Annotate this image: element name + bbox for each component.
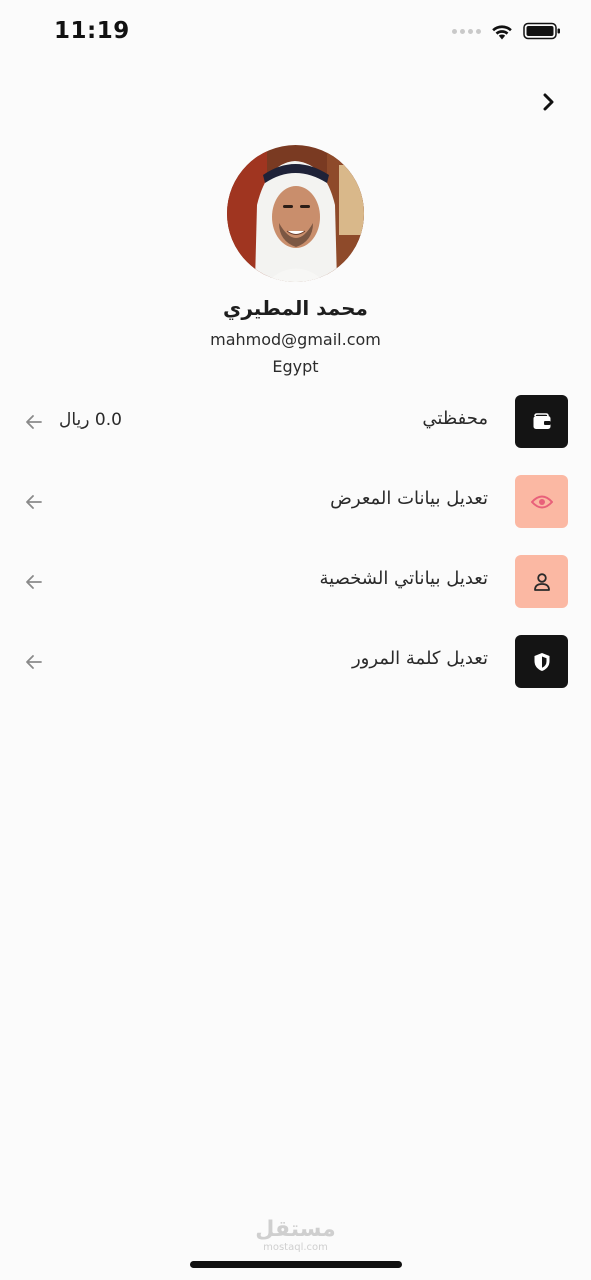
menu-item-label: محفظتي xyxy=(422,408,488,429)
arrow-left-icon xyxy=(26,575,42,589)
wifi-icon xyxy=(492,24,512,39)
menu-item-change-password[interactable]: تعديل كلمة المرور xyxy=(0,635,591,689)
home-indicator[interactable] xyxy=(190,1261,402,1268)
profile-photo xyxy=(227,145,364,282)
profile-country: Egypt xyxy=(272,357,319,376)
menu-item-label: تعديل كلمة المرور xyxy=(351,648,488,669)
arrow-left-icon xyxy=(26,495,42,509)
chevron-right-icon xyxy=(543,93,554,111)
menu-item-edit-personal[interactable]: تعديل بياناتي الشخصية xyxy=(0,555,591,609)
back-button[interactable] xyxy=(537,90,561,114)
profile-email: mahmod@gmail.com xyxy=(210,330,381,349)
arrow-left-icon xyxy=(26,415,42,429)
watermark: مستقل mostaql.com xyxy=(0,1218,591,1254)
arrow-left-icon xyxy=(26,655,42,669)
menu-item-edit-showroom[interactable]: تعديل بيانات المعرض xyxy=(0,475,591,529)
eye-icon xyxy=(530,495,553,508)
menu-item-label: تعديل بياناتي الشخصية xyxy=(319,568,488,589)
wallet-icon-box xyxy=(515,395,568,448)
status-time: 11:19 xyxy=(54,18,130,44)
eye-icon-box xyxy=(515,475,568,528)
status-icons xyxy=(452,22,561,40)
menu-item-label: تعديل بيانات المعرض xyxy=(330,488,488,509)
wallet-balance: 0.0 ريال xyxy=(59,410,122,430)
shield-icon xyxy=(534,652,549,671)
watermark-url: mostaql.com xyxy=(263,1242,328,1253)
profile-screen: 11:19 محمد المطيري mahmod@gmail.com Egyp… xyxy=(0,0,591,1280)
user-icon-box xyxy=(515,555,568,608)
shield-icon-box xyxy=(515,635,568,688)
battery-icon xyxy=(523,22,560,40)
profile-name: محمد المطيري xyxy=(223,296,368,320)
menu-item-wallet[interactable]: محفظتي 0.0 ريال xyxy=(0,395,591,449)
avatar[interactable] xyxy=(227,145,364,282)
signal-icon xyxy=(452,28,481,34)
user-icon xyxy=(533,572,550,591)
watermark-logo: مستقل xyxy=(255,1217,336,1242)
wallet-icon xyxy=(533,412,550,429)
